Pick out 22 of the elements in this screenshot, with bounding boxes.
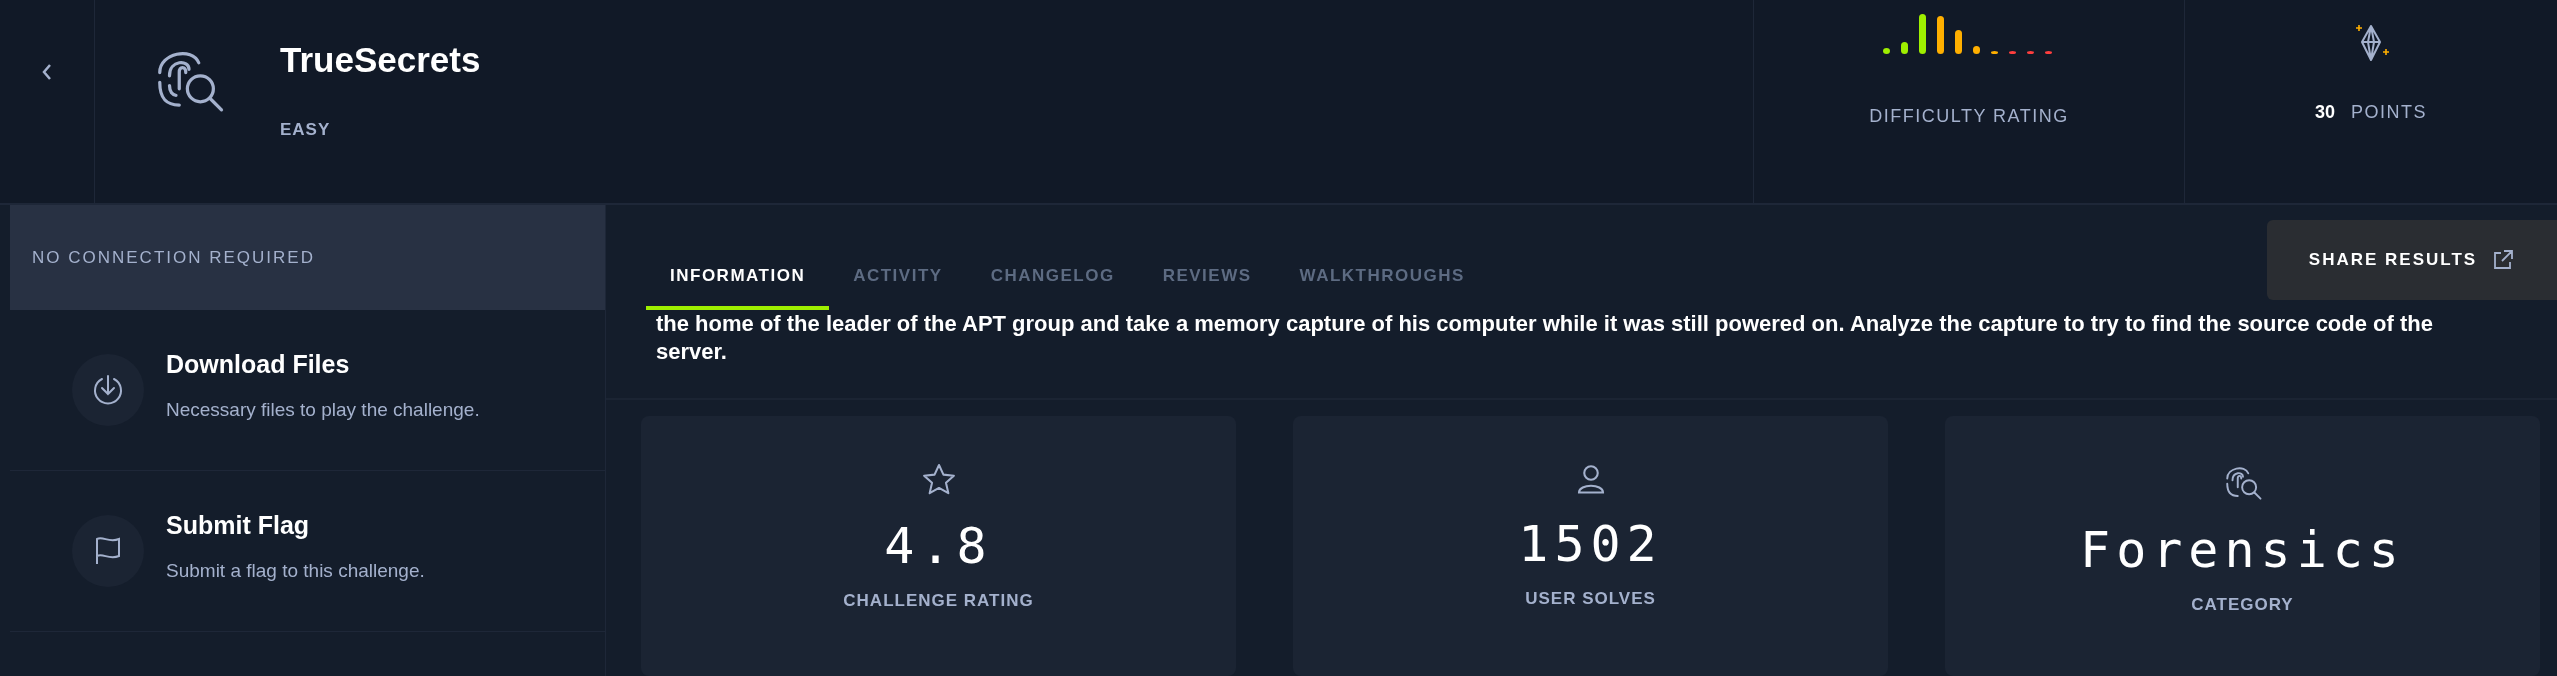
points-value: 30	[2314, 102, 2335, 123]
points-label: POINTS	[2351, 102, 2427, 123]
stat-value: Forensics	[2080, 521, 2405, 579]
connection-banner: NO CONNECTION REQUIRED	[10, 205, 605, 310]
item-subtitle: Necessary files to play the challenge.	[166, 398, 480, 421]
description-text: the home of the leader of the APT group and take a memory capture of his computer while it was still powered on. Analyze the capture to try to find the source code of the server.	[606, 310, 2557, 400]
sidebar-item[interactable]: Download Files Necessary files to play the challenge.	[10, 310, 605, 471]
stat-label: CHALLENGE RATING	[843, 591, 1034, 611]
stat-label: USER SOLVES	[1525, 589, 1656, 609]
item-title: Download Files	[166, 349, 351, 379]
sidebar-item[interactable]: Submit Flag Submit a flag to this challenge.	[10, 471, 605, 632]
item-subtitle: Submit a flag to this challenge.	[166, 559, 425, 582]
external-link-icon	[2491, 248, 2516, 272]
stat-value: 1502	[1518, 515, 1663, 573]
tab[interactable]: INFORMATION	[646, 205, 830, 310]
stat-label: CATEGORY	[2191, 595, 2294, 615]
stat-value: 4.8	[884, 517, 993, 575]
challenge-title: TrueSecrets	[280, 40, 481, 80]
difficulty-rating-label: DIFFICULTY RATING	[1869, 106, 2069, 127]
item-title: Submit Flag	[166, 510, 311, 540]
share-results-button[interactable]: SHARE RESULTS	[2267, 220, 2557, 300]
difficulty-label: EASY	[280, 120, 332, 140]
